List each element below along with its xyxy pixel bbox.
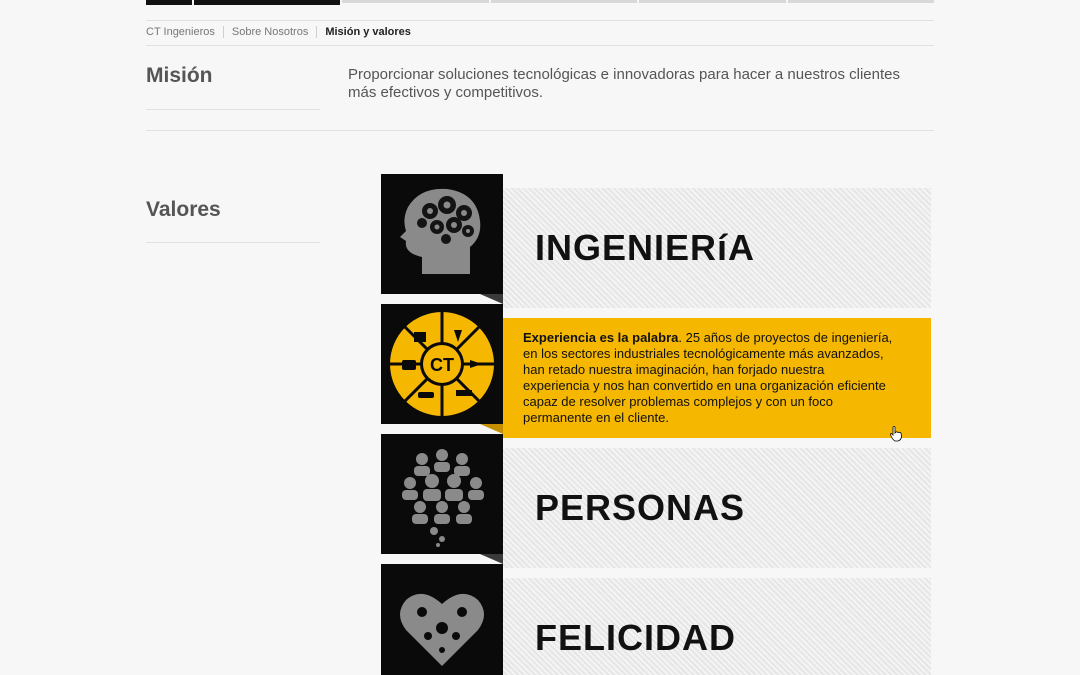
value-panel: FELICIDAD <box>503 578 931 675</box>
breadcrumb: CT Ingenieros Sobre Nosotros Misión y va… <box>146 26 411 38</box>
heading-underline <box>146 242 320 243</box>
hand-cursor-icon <box>889 426 903 447</box>
card-fold <box>480 424 503 434</box>
value-label: PERSONAS <box>535 487 746 528</box>
nav-tab-6[interactable] <box>787 0 935 3</box>
nav-tab-3[interactable] <box>342 0 489 3</box>
nav-tab-4[interactable] <box>490 0 638 3</box>
value-panel: INGENIERíA <box>503 188 931 308</box>
ct-sectors-wheel-icon: CT <box>381 304 503 424</box>
breadcrumb-link-sobre-nosotros[interactable]: Sobre Nosotros <box>232 26 308 38</box>
breadcrumb-current: Misión y valores <box>325 26 411 38</box>
value-label: INGENIERíA <box>535 227 756 268</box>
nav-tab-5[interactable] <box>639 0 786 3</box>
breadcrumb-separator <box>316 26 318 38</box>
brain-gears-icon <box>381 174 503 294</box>
nav-tab-1[interactable] <box>146 0 192 5</box>
value-description-lead: Experiencia es la palabra <box>523 330 679 345</box>
value-card-ingenieria[interactable]: INGENIERíA <box>381 174 931 308</box>
card-fold <box>480 554 503 564</box>
divider <box>146 20 934 21</box>
value-panel: PERSONAS <box>503 448 931 568</box>
value-card-experiencia[interactable]: CT Experiencia es la palabra. 25 años de… <box>381 304 931 438</box>
top-navigation-bar[interactable] <box>146 0 935 5</box>
nav-tab-2-active[interactable] <box>194 0 341 5</box>
valores-heading: Valores <box>146 198 221 221</box>
breadcrumb-link-home[interactable]: CT Ingenieros <box>146 26 215 38</box>
value-panel-expanded: Experiencia es la palabra. 25 años de pr… <box>503 318 931 438</box>
mision-heading: Misión <box>146 64 213 87</box>
breadcrumb-separator <box>222 26 224 38</box>
value-card-felicidad[interactable]: FELICIDAD <box>381 564 931 675</box>
divider <box>146 45 934 46</box>
card-fold <box>480 294 503 304</box>
ct-logo-text: CT <box>430 355 454 375</box>
people-speech-bubble-icon <box>381 434 503 554</box>
gears-heart-icon <box>381 564 503 675</box>
value-description: Experiencia es la palabra. 25 años de pr… <box>523 330 893 426</box>
mision-text: Proporcionar soluciones tecnológicas e i… <box>348 66 900 101</box>
heading-underline <box>146 109 320 110</box>
divider <box>146 130 934 131</box>
value-label: FELICIDAD <box>535 617 736 658</box>
value-card-personas[interactable]: PERSONAS <box>381 434 931 568</box>
